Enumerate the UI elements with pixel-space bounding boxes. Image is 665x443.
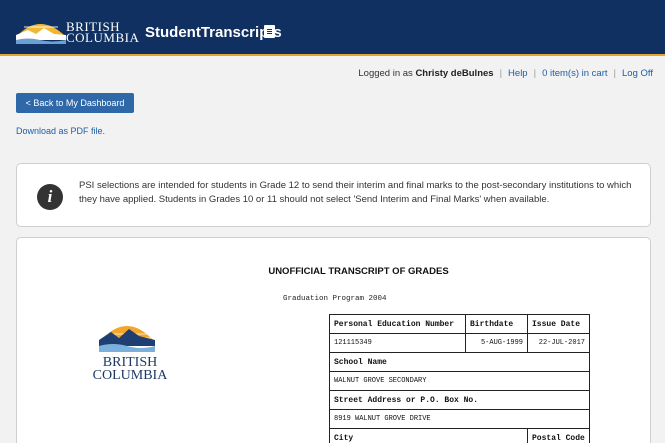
issue-date-label: Issue Date (527, 314, 590, 334)
info-notice: i PSI selections are intended for studen… (16, 163, 651, 227)
app-title: StudentTranscripts (145, 24, 282, 41)
pen-label: Personal Education Number (329, 314, 466, 334)
school-name-value: WALNUT GROVE SECONDARY (329, 371, 590, 391)
city-label: City (329, 428, 528, 443)
birthdate-label: Birthdate (465, 314, 528, 334)
logged-in-prefix: Logged in as (358, 68, 413, 79)
separator: | (533, 68, 537, 79)
info-icon: i (37, 184, 63, 210)
separator: | (613, 68, 616, 79)
address-value: 8919 WALNUT GROVE DRIVE (329, 409, 590, 429)
download-pdf-link[interactable]: Download as PDF file. (16, 126, 105, 136)
logo-line-2: COLUMBIA (66, 30, 140, 45)
bc-logo-line-2: COLUMBIA (92, 368, 168, 383)
help-link[interactable]: Help (508, 68, 528, 79)
logoff-link[interactable]: Log Off (622, 68, 653, 79)
transcript-title: UNOFFICIAL TRANSCRIPT OF GRADES (268, 266, 449, 277)
birthdate-value: 5-AUG-1999 (465, 333, 528, 353)
document-icon (264, 25, 275, 38)
separator: | (499, 68, 503, 79)
school-name-label: School Name (329, 352, 590, 372)
postal-code-label: Postal Code (527, 428, 590, 443)
user-name: Christy deBulnes (415, 68, 494, 79)
address-label: Street Address or P.O. Box No. (329, 390, 590, 410)
graduation-program: Graduation Program 2004 (283, 295, 387, 303)
info-message: PSI selections are intended for students… (79, 180, 632, 205)
logo-text: BRITISH COLUMBIA (66, 20, 140, 45)
student-info-table: Personal Education Number Birthdate Issu… (329, 314, 590, 443)
cart-link[interactable]: 0 item(s) in cart (542, 68, 607, 79)
pen-value: 121115349 (329, 333, 466, 353)
back-to-dashboard-button[interactable]: < Back to My Dashboard (16, 93, 134, 113)
logged-in-label: Logged in as Christy deBulnes (358, 68, 493, 79)
top-header: BRITISH COLUMBIA StudentTranscripts (0, 0, 665, 56)
issue-date-value: 22-JUL-2017 (527, 333, 590, 353)
user-bar: Logged in as Christy deBulnes | Help | 0… (358, 68, 653, 79)
bc-logo-text: BRITISH COLUMBIA (75, 356, 185, 383)
transcript-panel: UNOFFICIAL TRANSCRIPT OF GRADES Graduati… (16, 237, 651, 443)
